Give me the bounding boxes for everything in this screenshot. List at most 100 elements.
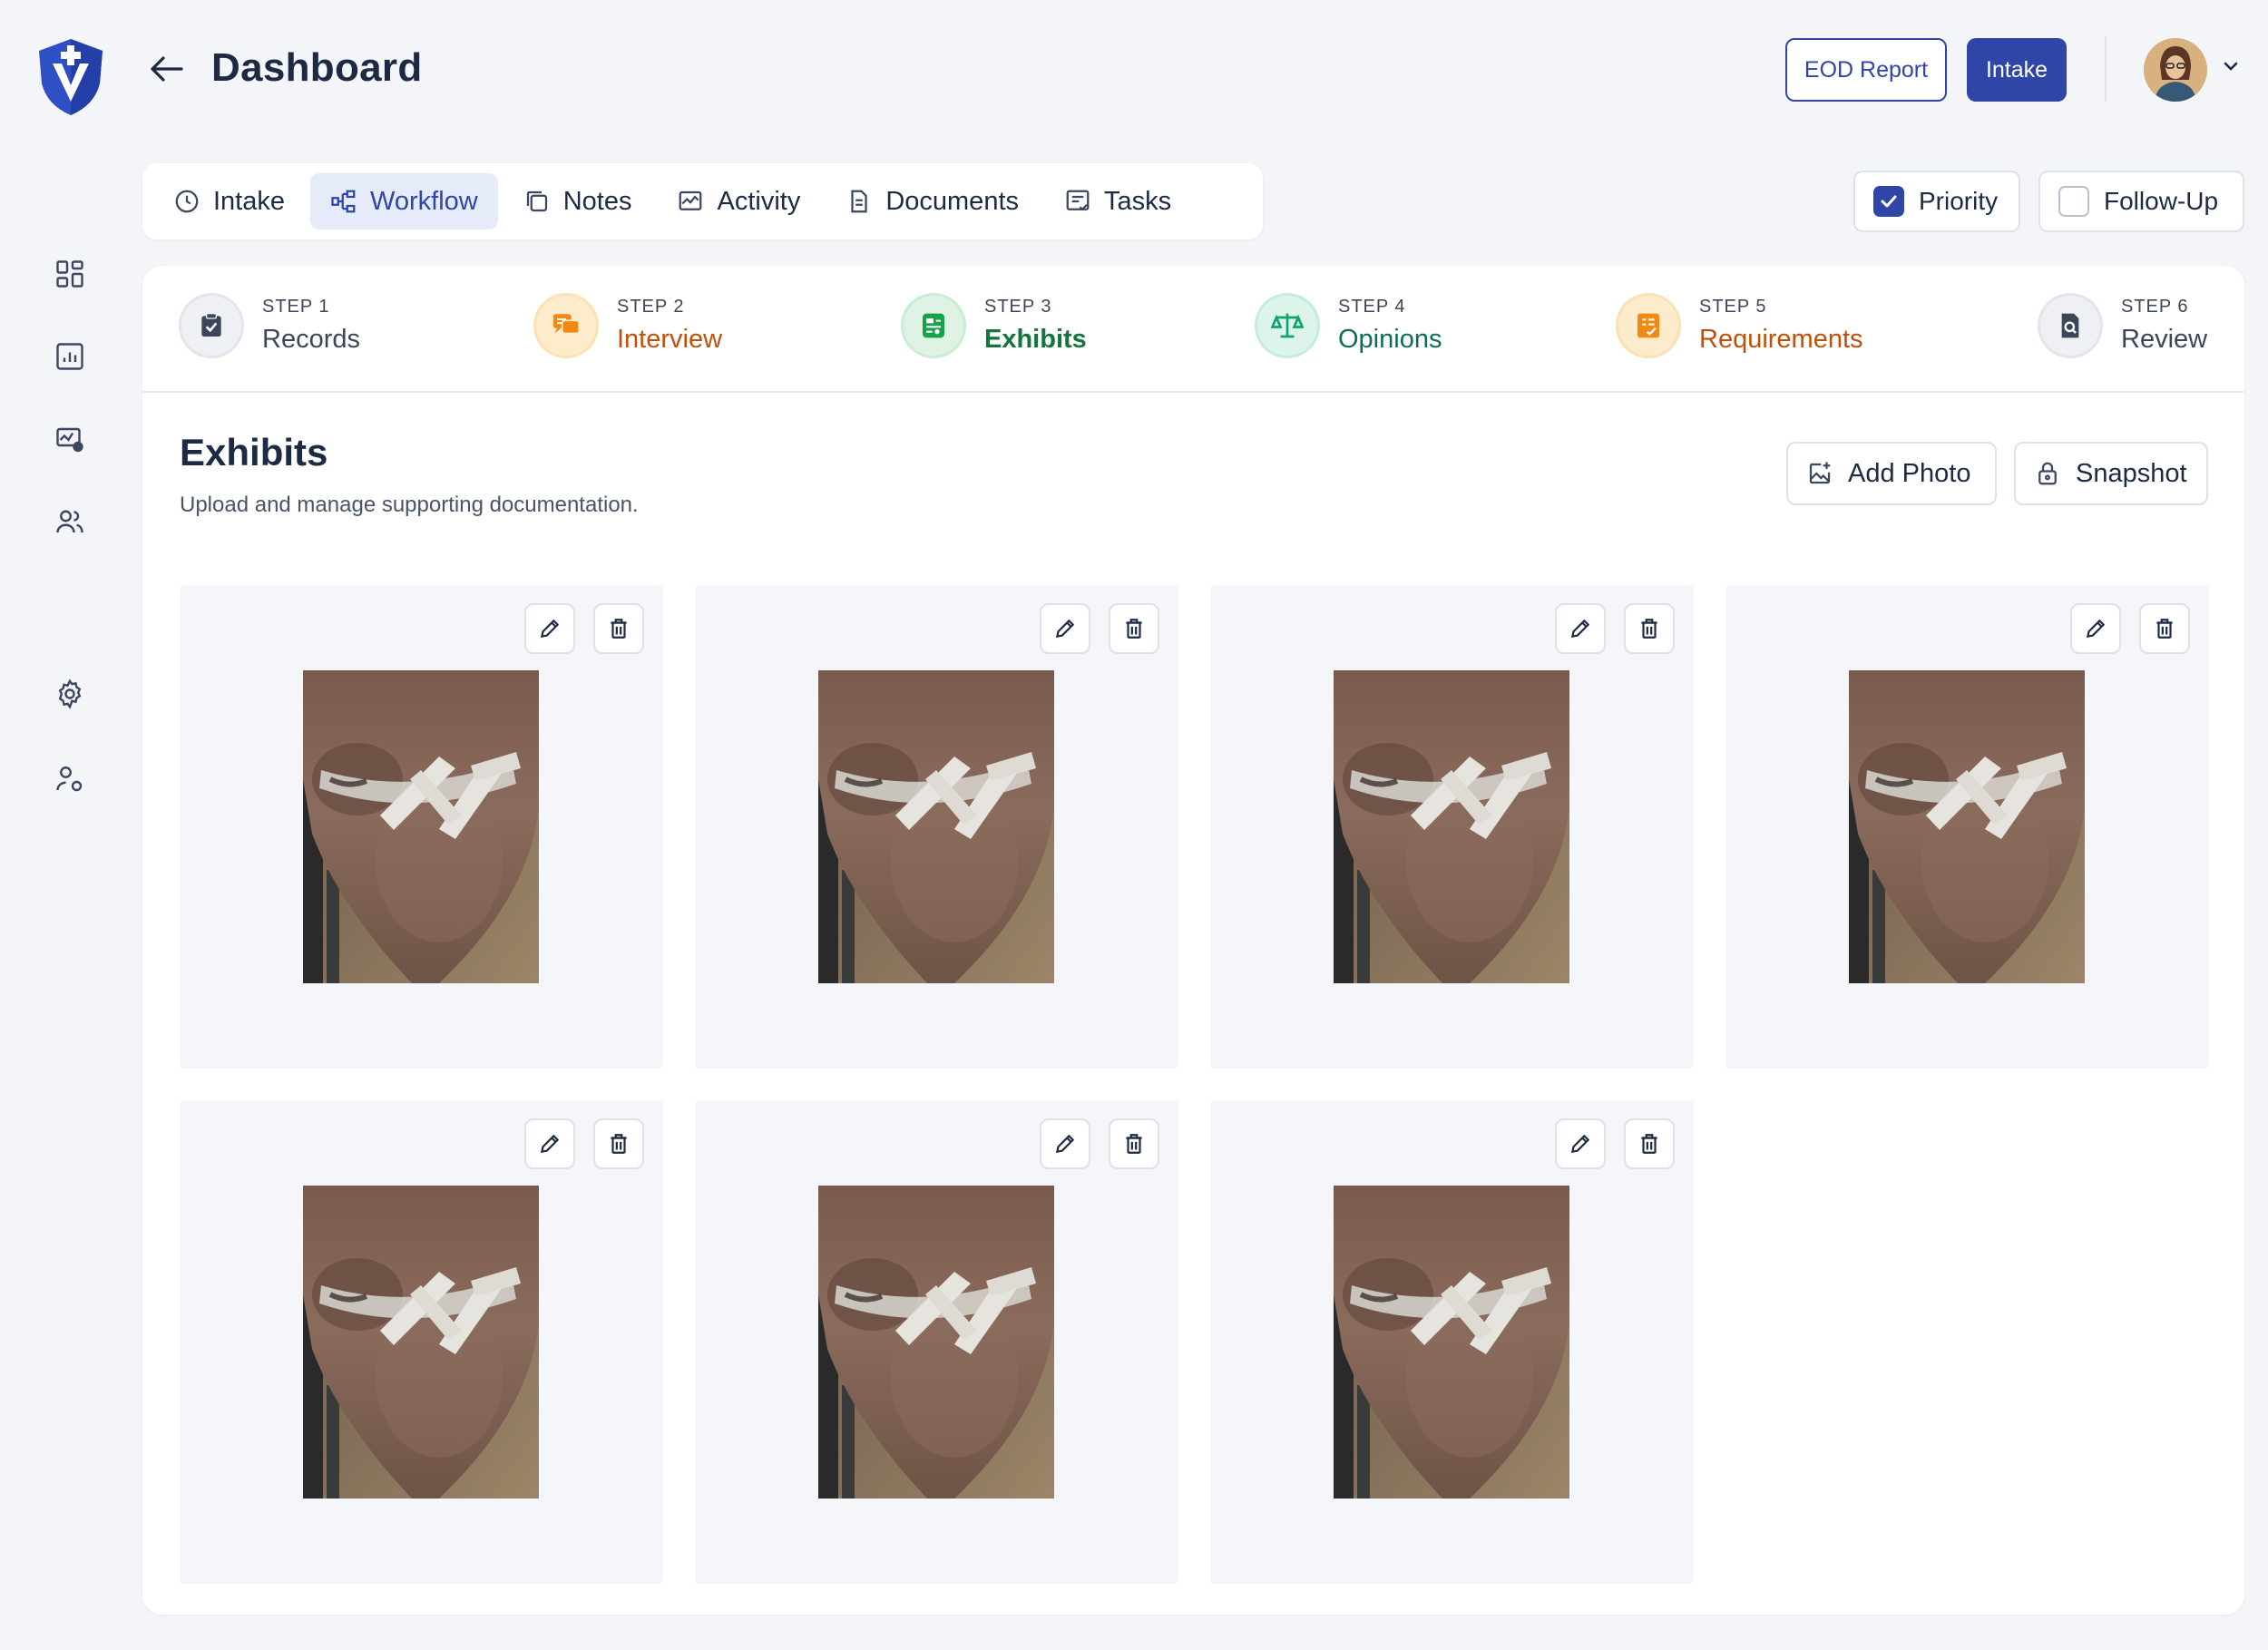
- account-menu-chevron[interactable]: [2223, 60, 2239, 76]
- trash-icon: [1126, 619, 1142, 639]
- pencil-icon: [540, 1134, 560, 1154]
- exhibit-tile[interactable]: [695, 585, 1178, 1069]
- step-label: Records: [262, 325, 360, 354]
- priority-checkbox[interactable]: [1873, 186, 1904, 217]
- gear-icon: [58, 679, 82, 709]
- step-label: Review: [2121, 325, 2208, 354]
- step-interview-badge: [533, 293, 599, 358]
- lock-icon: [2038, 462, 2057, 485]
- exhibit-photo[interactable]: [1334, 1186, 1569, 1499]
- avatar[interactable]: [2144, 38, 2207, 102]
- snapshot-button[interactable]: Snapshot: [2014, 442, 2208, 505]
- step-records-badge: [179, 293, 244, 358]
- rail-dashboard-button[interactable]: [50, 254, 90, 294]
- delete-exhibit-button[interactable]: [1624, 603, 1675, 654]
- step-exhibits[interactable]: STEP 3 Exhibits: [901, 293, 1087, 358]
- rail-users-button[interactable]: [50, 502, 90, 542]
- edit-exhibit-button[interactable]: [524, 603, 575, 654]
- tab-notes[interactable]: Notes: [503, 173, 652, 229]
- tab-tasks[interactable]: Tasks: [1044, 173, 1191, 229]
- follow-up-checkbox[interactable]: [2058, 186, 2089, 217]
- bar-chart-icon: [56, 343, 83, 370]
- rail-monitor-button[interactable]: [50, 420, 90, 460]
- edit-exhibit-button[interactable]: [1040, 1118, 1090, 1169]
- follow-up-toggle[interactable]: Follow-Up: [2038, 171, 2244, 232]
- step-records[interactable]: STEP 1 Records: [179, 293, 360, 358]
- exhibit-tile[interactable]: [1210, 585, 1694, 1069]
- edit-exhibit-button[interactable]: [1555, 1118, 1606, 1169]
- edit-exhibit-button[interactable]: [524, 1118, 575, 1169]
- priority-toggle[interactable]: Priority: [1853, 171, 2020, 232]
- exhibit-tile[interactable]: [1210, 1100, 1694, 1584]
- document-icon: [851, 190, 867, 213]
- pencil-icon: [1570, 619, 1590, 639]
- avatar-image: [2144, 38, 2207, 102]
- exhibit-photo[interactable]: [818, 670, 1054, 983]
- edit-exhibit-button[interactable]: [2070, 603, 2121, 654]
- exhibit-photo-image: [303, 670, 539, 983]
- step-opinions-badge: [1255, 293, 1320, 358]
- workflow-stepper: STEP 1 Records STEP 2 Interview STEP 3 E…: [142, 266, 2244, 393]
- tab-workflow[interactable]: Workflow: [310, 173, 498, 229]
- exhibit-tile[interactable]: [695, 1100, 1178, 1584]
- follow-up-label: Follow-Up: [2104, 187, 2219, 215]
- exhibit-icon: [923, 313, 944, 338]
- snapshot-label: Snapshot: [2076, 458, 2187, 488]
- activity-icon: [679, 190, 702, 210]
- tab-label: Tasks: [1104, 186, 1172, 216]
- delete-exhibit-button[interactable]: [1109, 1118, 1159, 1169]
- chevron-down-icon: [2224, 62, 2238, 71]
- tab-bar: Intake Workflow Notes Activity Documents…: [142, 163, 1263, 239]
- tab-label: Activity: [717, 186, 801, 216]
- exhibit-photo[interactable]: [303, 670, 539, 983]
- exhibit-photo-image: [818, 1186, 1054, 1499]
- delete-exhibit-button[interactable]: [593, 1118, 644, 1169]
- section-subtitle: Upload and manage supporting documentati…: [180, 493, 639, 517]
- exhibit-photo-image: [1334, 670, 1569, 983]
- rail-profile-settings-button[interactable]: [50, 759, 90, 799]
- intake-button[interactable]: Intake: [1967, 38, 2067, 102]
- step-review-badge: [2038, 293, 2103, 358]
- edit-exhibit-button[interactable]: [1040, 603, 1090, 654]
- delete-exhibit-button[interactable]: [1109, 603, 1159, 654]
- checklist-icon: [1637, 313, 1659, 338]
- exhibit-photo[interactable]: [818, 1186, 1054, 1499]
- exhibit-photo[interactable]: [1334, 670, 1569, 983]
- step-number: STEP 1: [262, 297, 330, 317]
- rail-reports-button[interactable]: [50, 337, 90, 376]
- app-window: Dashboard EOD Report Intake Intake Workf…: [0, 0, 2268, 1650]
- priority-label: Priority: [1919, 187, 1999, 215]
- step-requirements[interactable]: STEP 5 Requirements: [1616, 293, 1863, 358]
- step-interview[interactable]: STEP 2 Interview: [533, 293, 722, 358]
- trash-icon: [1641, 1134, 1657, 1154]
- rail-settings-button[interactable]: [50, 674, 90, 714]
- add-photo-button[interactable]: Add Photo: [1786, 442, 1997, 505]
- edit-exhibit-button[interactable]: [1555, 603, 1606, 654]
- tab-label: Notes: [562, 186, 632, 216]
- exhibit-tile[interactable]: [180, 1100, 663, 1584]
- clock-icon: [175, 190, 199, 213]
- workflow-card: STEP 1 Records STEP 2 Interview STEP 3 E…: [142, 266, 2244, 1615]
- step-number: STEP 6: [2121, 297, 2189, 317]
- delete-exhibit-button[interactable]: [1624, 1118, 1675, 1169]
- step-review[interactable]: STEP 6 Review: [2038, 293, 2207, 358]
- tab-activity[interactable]: Activity: [657, 173, 820, 229]
- eod-report-button[interactable]: EOD Report: [1785, 38, 1947, 102]
- add-image-icon: [1809, 462, 1831, 484]
- exhibit-tile[interactable]: [1725, 585, 2209, 1069]
- exhibit-photo[interactable]: [303, 1186, 539, 1499]
- step-opinions[interactable]: STEP 4 Opinions: [1255, 293, 1442, 358]
- back-button[interactable]: [145, 51, 189, 87]
- notes-icon: [526, 190, 547, 212]
- trash-icon: [1126, 1134, 1142, 1154]
- tasks-icon: [1066, 190, 1090, 211]
- workflow-icon: [331, 190, 356, 213]
- delete-exhibit-button[interactable]: [593, 603, 644, 654]
- exhibit-tile[interactable]: [180, 585, 663, 1069]
- delete-exhibit-button[interactable]: [2139, 603, 2190, 654]
- tab-documents[interactable]: Documents: [826, 173, 1039, 229]
- exhibit-photo[interactable]: [1849, 670, 2085, 983]
- step-number: STEP 2: [617, 297, 685, 317]
- tab-intake[interactable]: Intake: [153, 173, 305, 229]
- step-label: Interview: [617, 325, 723, 354]
